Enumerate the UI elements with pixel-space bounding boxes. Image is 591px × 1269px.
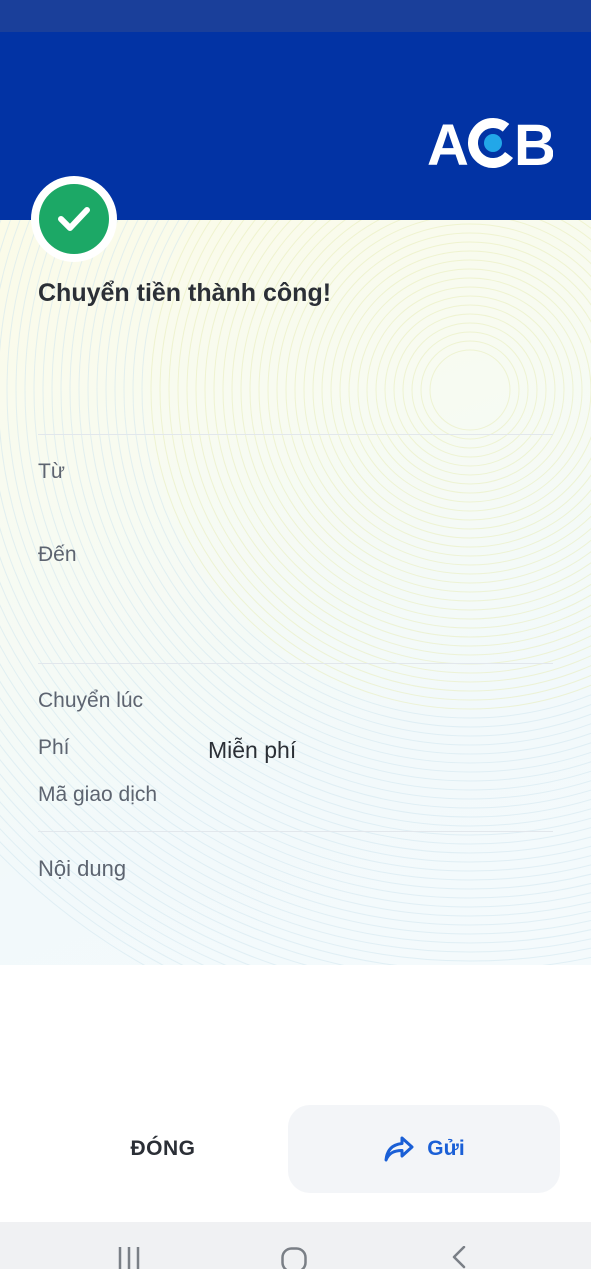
recent-apps-icon[interactable] bbox=[117, 1247, 141, 1269]
content-label: Nội dung bbox=[38, 856, 127, 881]
check-icon bbox=[58, 207, 90, 231]
send-button-label: Gửi bbox=[427, 1137, 465, 1160]
system-navigation-bar bbox=[0, 1222, 591, 1269]
guilloche-pattern bbox=[0, 220, 591, 965]
page-title: Chuyển tiền thành công! bbox=[38, 279, 332, 307]
time-label: Chuyển lúc bbox=[38, 689, 144, 712]
back-icon[interactable] bbox=[451, 1246, 467, 1269]
close-button-label: ĐÓNG bbox=[130, 1137, 196, 1160]
close-button[interactable]: ĐÓNG bbox=[38, 1105, 288, 1193]
divider bbox=[38, 434, 553, 435]
home-icon[interactable] bbox=[281, 1247, 307, 1269]
divider bbox=[38, 663, 553, 664]
fee-label: Phí bbox=[38, 736, 70, 759]
to-label: Đến bbox=[38, 543, 77, 566]
svg-text:A: A bbox=[427, 114, 468, 170]
success-circle bbox=[39, 184, 109, 254]
send-button[interactable]: Gửi bbox=[288, 1105, 560, 1193]
from-label: Từ bbox=[38, 460, 65, 483]
success-badge bbox=[31, 176, 117, 262]
receipt-background bbox=[0, 220, 591, 965]
status-bar bbox=[0, 0, 591, 32]
svg-text:B: B bbox=[514, 114, 553, 170]
divider bbox=[38, 831, 553, 832]
fee-value: Miễn phí bbox=[208, 737, 297, 763]
share-arrow-icon bbox=[384, 1136, 414, 1162]
transaction-id-label: Mã giao dịch bbox=[38, 783, 158, 806]
acb-logo: A B bbox=[427, 114, 553, 170]
